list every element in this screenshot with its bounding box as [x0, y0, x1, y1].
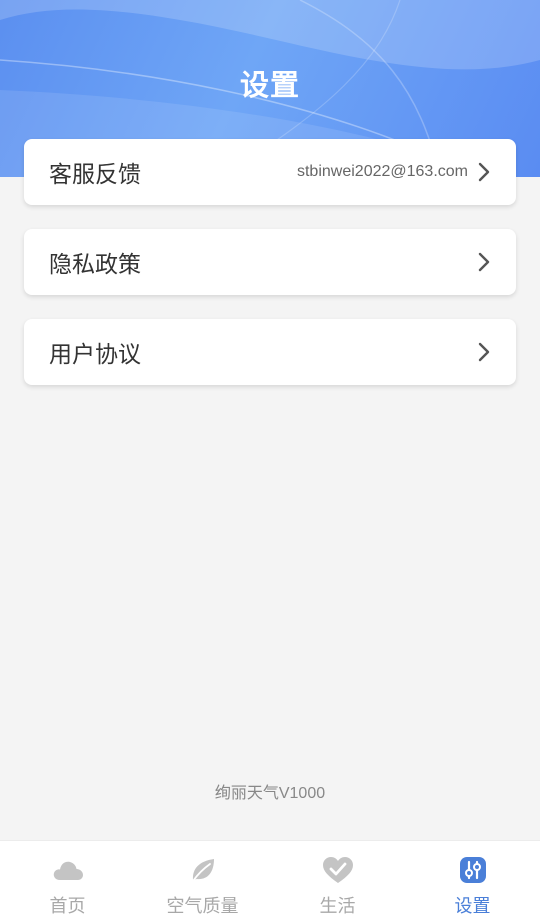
tab-settings[interactable]: 设置 [405, 841, 540, 924]
chevron-right-icon [478, 162, 490, 182]
tab-label: 空气质量 [166, 896, 239, 917]
chevron-right-icon [478, 252, 490, 272]
settings-sliders-icon [457, 854, 489, 886]
leaf-icon [187, 854, 219, 886]
tab-label: 设置 [454, 896, 491, 917]
tab-air-quality[interactable]: 空气质量 [135, 841, 270, 924]
menu-item-label: 客服反馈 [49, 162, 141, 188]
heart-check-icon [322, 854, 354, 886]
menu-item-agreement[interactable]: 用户协议 [24, 319, 516, 385]
menu-item-label: 隐私政策 [49, 252, 141, 278]
tab-life[interactable]: 生活 [270, 841, 405, 924]
chevron-right-icon [478, 342, 490, 362]
bottom-tab-bar: 首页 空气质量 生活 设置 [0, 840, 540, 924]
app-version: 绚丽天气V1000 [214, 785, 326, 802]
tab-home[interactable]: 首页 [0, 841, 135, 924]
tab-label: 首页 [49, 896, 86, 917]
page-title: 设置 [239, 68, 300, 102]
tab-label: 生活 [319, 896, 356, 917]
menu-item-feedback[interactable]: 客服反馈 stbinwei2022@163.com [24, 139, 516, 205]
menu-item-label: 用户协议 [49, 342, 141, 368]
cloud-icon [52, 854, 84, 886]
menu-item-privacy[interactable]: 隐私政策 [24, 229, 516, 295]
feedback-email: stbinwei2022@163.com [296, 163, 468, 180]
